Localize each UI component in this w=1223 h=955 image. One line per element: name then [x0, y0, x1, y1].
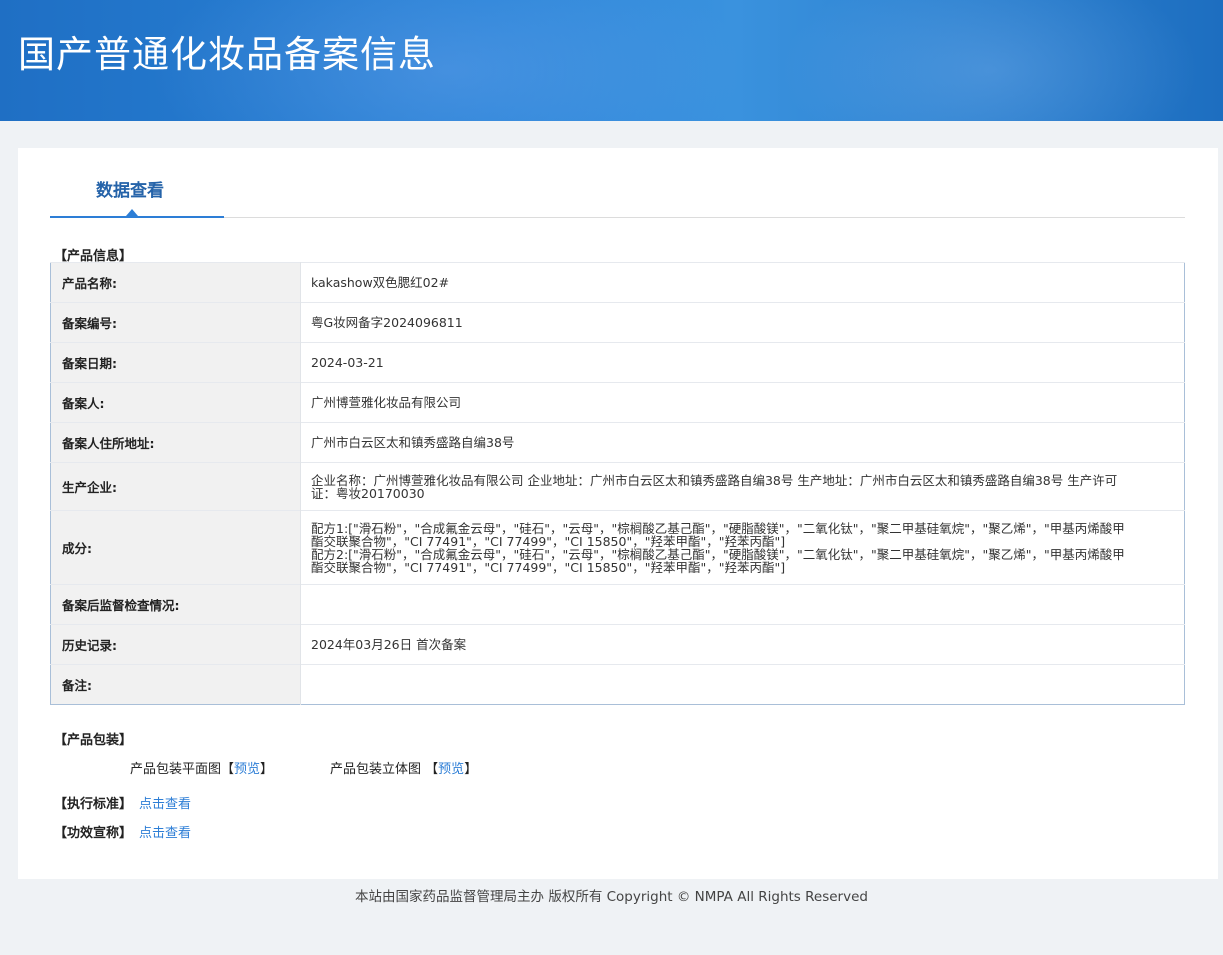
formula-line: 配方1:["滑石粉"，"合成氟金云母"，"硅石"，"云母"，"棕榈酸乙基己酯"，…: [311, 520, 1125, 549]
tab-data-view[interactable]: 数据查看: [50, 148, 224, 218]
row-label: 备案日期:: [50, 342, 301, 383]
table-row: 备案日期: 2024-03-21: [50, 342, 1185, 383]
row-value: 粤G妆网备字2024096811: [300, 302, 1185, 343]
row-value: [300, 584, 1185, 625]
product-info-table: 产品名称: kakashow双色腮红02# 备案编号: 粤G妆网备字202409…: [50, 262, 1185, 705]
row-label: 成分:: [50, 510, 301, 585]
table-row: 备案后监督检查情况:: [50, 584, 1185, 625]
table-row: 历史记录: 2024年03月26日 首次备案: [50, 624, 1185, 665]
table-row: 生产企业: 企业名称：广州博萱雅化妆品有限公司 企业地址：广州市白云区太和镇秀盛…: [50, 462, 1185, 511]
row-label: 备案后监督检查情况:: [50, 584, 301, 625]
row-value: 配方1:["滑石粉"，"合成氟金云母"，"硅石"，"云母"，"棕榈酸乙基己酯"，…: [300, 510, 1185, 585]
packaging-flat-label: 产品包装平面图: [130, 762, 222, 777]
tab-label: 数据查看: [96, 181, 164, 201]
packaging-flat-preview-link[interactable]: 预览: [234, 762, 260, 777]
row-label: 备注:: [50, 664, 301, 705]
row-label: 历史记录:: [50, 624, 301, 665]
bracket: 】: [260, 762, 274, 777]
packaging-flat: 产品包装平面图【预览】: [130, 758, 273, 777]
section-packaging: 【产品包装】: [54, 733, 133, 748]
row-label: 备案人住所地址:: [50, 422, 301, 463]
content-panel: 数据查看 【产品信息】 产品名称: kakashow双色腮红02# 备案编号: …: [18, 148, 1218, 879]
packaging-solid-preview-link[interactable]: 预览: [438, 762, 464, 777]
row-value: 2024-03-21: [300, 342, 1185, 383]
standard-view-link[interactable]: 点击查看: [139, 793, 191, 812]
efficacy-view-link[interactable]: 点击查看: [139, 822, 191, 841]
row-label: 产品名称:: [50, 262, 301, 303]
bracket: 【: [425, 762, 439, 777]
footer-copyright: 本站由国家药品监督管理局主办 版权所有 Copyright © NMPA All…: [355, 889, 868, 905]
page-header: 国产普通化妆品备案信息: [0, 0, 1223, 121]
row-value: kakashow双色腮红02#: [300, 262, 1185, 303]
packaging-solid: 产品包装立体图 【预览】: [330, 758, 477, 777]
tab-bar: 数据查看: [50, 148, 1185, 218]
table-row: 备案人住所地址: 广州市白云区太和镇秀盛路自编38号: [50, 422, 1185, 463]
packaging-solid-label: 产品包装立体图: [330, 762, 422, 777]
row-value: 企业名称：广州博萱雅化妆品有限公司 企业地址：广州市白云区太和镇秀盛路自编38号…: [300, 462, 1185, 511]
formula-line: 配方2:["滑石粉"，"合成氟金云母"，"硅石"，"云母"，"棕榈酸乙基己酯"，…: [311, 546, 1125, 575]
header-glow: [780, 0, 1200, 121]
section-efficacy: 【功效宣称】: [54, 826, 133, 841]
table-row: 备案编号: 粤G妆网备字2024096811: [50, 302, 1185, 343]
table-row: 产品名称: kakashow双色腮红02#: [50, 262, 1185, 303]
row-label: 生产企业:: [50, 462, 301, 511]
row-value: [300, 664, 1185, 705]
row-value: 2024年03月26日 首次备案: [300, 624, 1185, 665]
row-label: 备案人:: [50, 382, 301, 423]
table-row: 成分: 配方1:["滑石粉"，"合成氟金云母"，"硅石"，"云母"，"棕榈酸乙基…: [50, 510, 1185, 585]
bracket: 】: [464, 762, 478, 777]
tab-caret-icon: [126, 209, 138, 216]
bracket: 【: [221, 762, 235, 777]
table-row: 备案人: 广州博萱雅化妆品有限公司: [50, 382, 1185, 423]
row-label: 备案编号:: [50, 302, 301, 343]
table-row: 备注:: [50, 664, 1185, 705]
row-value: 广州博萱雅化妆品有限公司: [300, 382, 1185, 423]
section-standard: 【执行标准】: [54, 797, 133, 812]
row-value: 广州市白云区太和镇秀盛路自编38号: [300, 422, 1185, 463]
page-title: 国产普通化妆品备案信息: [18, 33, 436, 76]
